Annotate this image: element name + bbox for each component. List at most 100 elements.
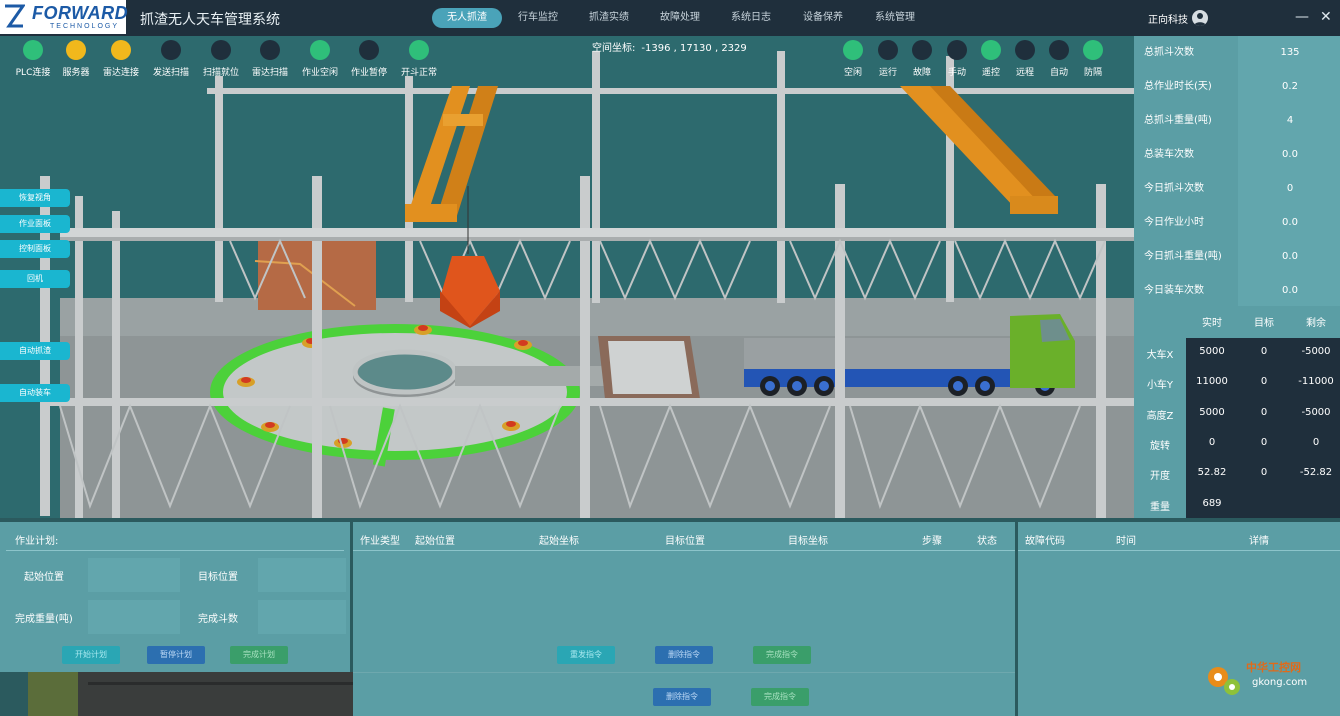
indicator-light <box>843 40 863 60</box>
menu-item-system-admin[interactable]: 系统管理 <box>875 8 915 28</box>
row-label-rotation: 旋转 <box>1150 441 1170 452</box>
complete-command-button-2[interactable]: 完成指令 <box>751 688 809 706</box>
indicator-light <box>310 40 330 60</box>
close-icon[interactable]: ✕ <box>1320 9 1332 25</box>
indicator-light <box>66 40 86 60</box>
start-position-field[interactable] <box>88 558 180 592</box>
indicator-job-idle: 作业空闲 <box>295 40 345 78</box>
indicator-light <box>409 40 429 60</box>
completed-weight-label: 完成重量(吨) <box>15 614 73 625</box>
target-position-label: 目标位置 <box>198 572 238 583</box>
table-cell: 689 <box>1202 498 1222 509</box>
gear-icon <box>1208 667 1240 695</box>
row-label-x: 大车X <box>1146 350 1174 361</box>
col-job-type: 作业类型 <box>360 536 400 547</box>
col-step: 步骤 <box>922 536 942 547</box>
stat-row: 今日作业小时 0.0 <box>1134 206 1340 240</box>
auto-load-button[interactable]: 自动装车 <box>0 384 70 402</box>
col-fault-details: 详情 <box>1249 536 1269 547</box>
col-target-position: 目标位置 <box>665 536 705 547</box>
delete-command-button[interactable]: 删除指令 <box>655 646 713 664</box>
indicator-light <box>981 40 1001 60</box>
stat-row: 今日抓斗次数 0 <box>1134 172 1340 206</box>
stat-row: 今日抓斗重量(吨) 0.0 <box>1134 240 1340 274</box>
indicator-light <box>359 40 379 60</box>
indicator-send-scan: 发送扫描 <box>146 40 196 78</box>
start-plan-button[interactable]: 开始计划 <box>62 646 120 664</box>
finish-plan-button[interactable]: 完成计划 <box>230 646 288 664</box>
reset-view-button[interactable]: 恢复视角 <box>0 189 70 207</box>
menu-item-system-log[interactable]: 系统日志 <box>731 8 771 28</box>
start-position-label: 起始位置 <box>24 572 64 583</box>
position-table: 实时 目标 剩余 大车X 5000 0 -5000 小车Y 11000 0 -1… <box>1134 306 1340 518</box>
delete-command-button-2[interactable]: 删除指令 <box>653 688 711 706</box>
logo-brand: FORWARD <box>32 3 129 23</box>
return-button[interactable]: 回机 <box>0 270 70 288</box>
watermark-text: 中华工控网 <box>1246 661 1301 674</box>
watermark-url: gkong.com <box>1252 677 1308 688</box>
watermark: 中华工控网 gkong.com <box>1200 655 1340 700</box>
menu-item-crane-monitor[interactable]: 行车监控 <box>518 8 558 28</box>
company-logo: FORWARD TECHNOLOGY <box>0 0 129 34</box>
indicator-radar-connection: 雷达连接 <box>96 40 146 78</box>
completed-buckets-field[interactable] <box>258 600 346 634</box>
indicator-job-paused: 作业暂停 <box>344 40 394 78</box>
stat-row: 总抓斗次数 135 <box>1134 36 1340 70</box>
indicator-anti-sway: 防隔 <box>1068 40 1118 78</box>
table-cell: 0 <box>1260 346 1268 357</box>
user-name: 正向科技 <box>1148 15 1188 26</box>
indicator-bucket-normal: 开斗正常 <box>394 40 444 78</box>
3d-scene-view[interactable]: PLC连接 服务器 雷达连接 发送扫描 扫描就位 雷达扫描 作业空闲 作业暂停 … <box>0 36 1134 518</box>
job-plan-panel: 作业计划: 起始位置 目标位置 完成重量(吨) 完成斗数 开始计划 暂停计划 完… <box>0 522 350 672</box>
job-panel-button[interactable]: 作业面板 <box>0 215 70 233</box>
command-panel: 作业类型 起始位置 起始坐标 目标位置 目标坐标 步骤 状态 重发指令 删除指令… <box>353 522 1015 716</box>
complete-command-button[interactable]: 完成指令 <box>753 646 811 664</box>
stat-row: 总作业时长(天) 0.2 <box>1134 70 1340 104</box>
menu-item-maintenance[interactable]: 设备保养 <box>803 8 843 28</box>
title-bar: FORWARD TECHNOLOGY 抓渣无人天车管理系统 无人抓渣 行车监控 … <box>0 0 1340 36</box>
pause-plan-button[interactable]: 暂停计划 <box>147 646 205 664</box>
indicator-light <box>260 40 280 60</box>
indicator-scan-ready: 扫描就位 <box>196 40 246 78</box>
user-avatar-icon[interactable] <box>1192 10 1208 26</box>
stat-row: 总装车次数 0.0 <box>1134 138 1340 172</box>
indicator-radar-scan: 雷达扫描 <box>245 40 295 78</box>
col-fault-time: 时间 <box>1116 536 1136 547</box>
menu-item-fault-handling[interactable]: 故障处理 <box>660 8 700 28</box>
table-cell: 0 <box>1208 437 1216 448</box>
table-cell: 11000 <box>1196 376 1228 387</box>
table-cell: 0 <box>1260 376 1268 387</box>
logo-subtitle: TECHNOLOGY <box>50 23 120 30</box>
completed-weight-field[interactable] <box>88 600 180 634</box>
stat-row: 总抓斗重量(吨) 4 <box>1134 104 1340 138</box>
indicator-light <box>1015 40 1035 60</box>
statistics-panel: 总抓斗次数 135 总作业时长(天) 0.2 总抓斗重量(吨) 4 总装车次数 0.0 … <box>1134 36 1340 308</box>
menu-item-unmanned-grab[interactable]: 无人抓渣 <box>432 8 502 28</box>
job-plan-title: 作业计划: <box>15 536 59 547</box>
indicator-light <box>1083 40 1103 60</box>
indicator-light <box>111 40 131 60</box>
row-label-weight: 重量 <box>1150 502 1170 513</box>
col-target-coordinates: 目标坐标 <box>788 536 828 547</box>
coordinates-value: -1396 , 17130 , 2329 <box>641 43 747 54</box>
resend-command-button[interactable]: 重发指令 <box>557 646 615 664</box>
column-header-realtime: 实时 <box>1202 318 1222 329</box>
table-cell: 0 <box>1260 407 1268 418</box>
table-cell: 0 <box>1260 437 1268 448</box>
indicator-light <box>878 40 898 60</box>
menu-item-grab-records[interactable]: 抓渣实绩 <box>589 8 629 28</box>
table-cell: 0 <box>1312 437 1320 448</box>
minimize-icon[interactable]: — <box>1295 9 1309 25</box>
col-start-coordinates: 起始坐标 <box>539 536 579 547</box>
target-position-field[interactable] <box>258 558 346 592</box>
column-header-target: 目标 <box>1254 318 1274 329</box>
control-panel-button[interactable]: 控制面板 <box>0 240 70 258</box>
row-label-z: 高度Z <box>1146 411 1174 422</box>
indicator-light <box>912 40 932 60</box>
auto-grab-button[interactable]: 自动抓渣 <box>0 342 70 360</box>
row-label-y: 小车Y <box>1146 380 1174 391</box>
indicator-light <box>947 40 967 60</box>
col-fault-code: 故障代码 <box>1025 536 1065 547</box>
col-status: 状态 <box>977 536 997 547</box>
table-cell: -5000 <box>1301 407 1331 418</box>
